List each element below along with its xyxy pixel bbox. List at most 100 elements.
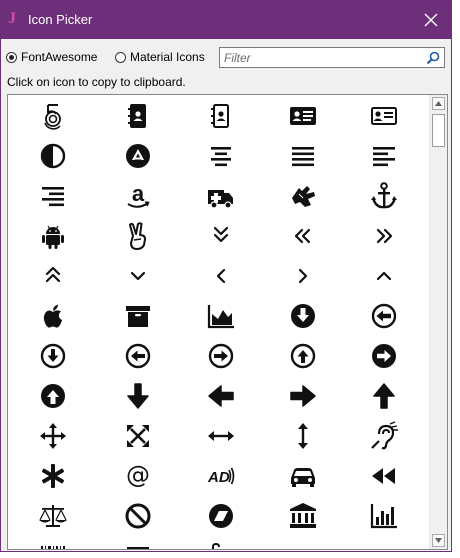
icon-cell[interactable] [108,539,168,549]
icon-cell[interactable] [273,539,333,549]
archive-icon [126,306,150,327]
icon-cell[interactable] [23,339,83,373]
icon-cell[interactable]: AD [191,459,251,493]
icon-cell[interactable] [273,259,333,293]
icon-cell[interactable] [191,259,251,293]
vertical-scrollbar[interactable] [429,95,447,549]
icon-cell[interactable] [191,299,251,333]
icon-cell[interactable] [108,259,168,293]
scroll-up-button[interactable] [432,97,445,110]
icon-cell[interactable] [354,379,414,413]
arrow-circle-o-down-icon [40,343,66,369]
icon-cell[interactable]: a [108,179,168,213]
icon-cell[interactable] [354,179,414,213]
angle-down-icon [130,271,146,281]
icon-cell[interactable] [108,219,168,253]
android-icon [42,225,64,249]
icon-cell[interactable] [273,339,333,373]
angle-up-icon [376,271,392,281]
address-card-icon [290,107,316,125]
icon-cell[interactable] [108,299,168,333]
icon-cell[interactable] [108,339,168,373]
icon-cell[interactable] [273,179,333,213]
icon-cell[interactable] [354,339,414,373]
icon-cell[interactable] [191,179,251,213]
icon-cell[interactable] [23,499,83,533]
ban-icon [125,503,151,529]
svg-text:AD: AD [207,469,230,486]
icon-cell[interactable] [191,419,251,453]
icon-cell[interactable] [273,219,333,253]
icon-cell[interactable] [354,459,414,493]
icon-cell[interactable] [108,379,168,413]
icon-cell[interactable] [23,419,83,453]
arrow-circle-o-left-icon [125,343,151,369]
icon-cell[interactable] [108,499,168,533]
icon-cell[interactable] [108,139,168,173]
icon-cell[interactable]: @ [108,459,168,493]
icon-cell[interactable] [354,219,414,253]
ambulance-icon [208,190,233,209]
arrow-circle-o-up-icon [290,343,316,369]
arrows-alt-icon [127,425,149,447]
icon-cell[interactable] [23,179,83,213]
window-title: Icon Picker [28,12,93,27]
arrow-circle-down-icon [291,304,315,328]
icon-cell[interactable] [354,499,414,533]
sign-language-icon [292,186,315,207]
close-button[interactable] [411,1,451,39]
angle-double-right-icon [376,228,393,244]
icon-cell[interactable] [354,419,414,453]
icon-cell[interactable] [191,339,251,373]
caret-down-icon [435,538,442,543]
icon-cell[interactable] [191,539,251,549]
align-center-icon [211,147,231,167]
address-book-o-icon [211,104,229,128]
search-icon[interactable] [426,51,440,65]
icon-cell[interactable] [354,299,414,333]
icon-cell[interactable] [273,499,333,533]
icon-cell[interactable] [108,99,168,133]
arrows-h-icon [208,431,234,441]
icon-cell[interactable] [23,139,83,173]
angle-right-icon [298,268,308,284]
icon-cell[interactable] [23,459,83,493]
radio-material-icons[interactable]: Material Icons [115,50,205,64]
icon-cell[interactable] [23,99,83,133]
icon-cell[interactable] [191,499,251,533]
icon-cell[interactable] [273,139,333,173]
radio-button-circle[interactable] [115,51,126,63]
icon-cell[interactable] [354,139,414,173]
icon-cell[interactable] [191,99,251,133]
radio-button-circle[interactable] [6,51,17,63]
radio-fontawesome[interactable]: FontAwesome [6,50,97,64]
align-right-icon [42,187,64,207]
filter-field[interactable] [219,47,445,68]
icon-cell[interactable] [108,419,168,453]
scroll-down-button[interactable] [432,534,445,547]
icon-cell[interactable] [23,539,83,549]
icon-cell[interactable] [273,459,333,493]
scrollbar-thumb[interactable] [432,114,445,147]
icon-cell[interactable] [354,539,414,549]
icon-cell[interactable] [273,419,333,453]
icon-cell[interactable] [191,219,251,253]
icon-cell[interactable] [354,259,414,293]
icon-cell[interactable] [23,299,83,333]
icon-cell[interactable] [273,299,333,333]
peace-hand-icon [129,222,146,250]
adn-icon [126,144,150,168]
icon-cell[interactable] [273,379,333,413]
icon-cell[interactable] [191,139,251,173]
icon-cell[interactable] [23,219,83,253]
icon-cell[interactable] [23,379,83,413]
icon-cell[interactable] [191,379,251,413]
align-left-icon [373,147,395,167]
filter-input[interactable] [224,49,419,66]
arrow-down-icon [127,383,149,409]
icon-cell[interactable] [23,259,83,293]
icon-cell[interactable] [273,99,333,133]
address-book-icon [128,104,146,128]
icon-cell[interactable] [354,99,414,133]
bar-chart-icon [370,504,397,529]
